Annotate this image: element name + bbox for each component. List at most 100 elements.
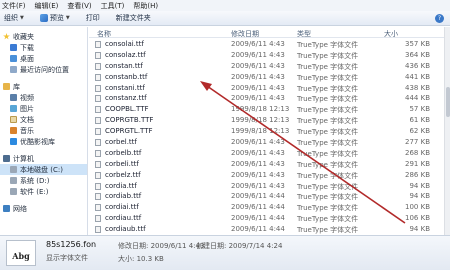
file-row[interactable]: COPRGTL.TTF 1999/8/18 12:13 TrueType 字体文件 6…: [89, 126, 444, 137]
file-type: TrueType 字体文件: [297, 139, 359, 148]
organize-button[interactable]: 组织 ▼: [4, 13, 24, 23]
file-row[interactable]: corbeli.ttf 2009/6/11 4:43 TrueType 字体文件 29…: [89, 159, 444, 170]
file-type: TrueType 字体文件: [297, 51, 359, 60]
nav-item-drive-d[interactable]: 系统 (D:): [0, 175, 87, 186]
file-name: cordiai.ttf: [105, 203, 139, 212]
nav-label: 库: [13, 82, 20, 91]
preview-button[interactable]: 预览 ▼: [39, 13, 70, 23]
nav-label: 软件 (E:): [20, 187, 49, 196]
file-type: TrueType 字体文件: [297, 215, 359, 224]
menu-bar: 文件(F) 编辑(E) 查看(V) 工具(T) 帮助(H): [0, 0, 450, 11]
column-size[interactable]: 大小: [384, 29, 398, 39]
menu-file[interactable]: 文件(F): [2, 1, 26, 11]
nav-item-drive-e[interactable]: 软件 (E:): [0, 186, 87, 197]
nav-label: 计算机: [13, 154, 34, 163]
file-type: TrueType 字体文件: [297, 62, 359, 71]
nav-item-drive-c[interactable]: 本地磁盘 (C:): [0, 164, 87, 175]
file-date: 2009/6/11 4:44: [231, 225, 285, 234]
music-icon: [10, 127, 17, 134]
file-size: 441 KB: [405, 72, 430, 81]
file-row[interactable]: corbel.ttf 2009/6/11 4:43 TrueType 字体文件 277…: [89, 137, 444, 148]
nav-favorites[interactable]: 收藏夹: [0, 31, 87, 42]
menu-edit[interactable]: 编辑(E): [35, 1, 59, 11]
nav-item-desktop[interactable]: 桌面: [0, 53, 87, 64]
file-type: TrueType 字体文件: [297, 160, 359, 169]
column-name[interactable]: 名称: [97, 29, 111, 39]
nav-item-recent[interactable]: 最近访问的位置: [0, 64, 87, 75]
nav-item-pictures[interactable]: 图片: [0, 103, 87, 114]
file-name: corbelb.ttf: [105, 148, 142, 157]
file-date: 2009/6/11 4:44: [231, 214, 285, 223]
file-row[interactable]: constan.ttf 2009/6/11 4:43 TrueType 字体文件 43…: [89, 61, 444, 72]
file-size: 62 KB: [409, 127, 430, 136]
column-header: 名称 修改日期 类型 大小: [89, 27, 444, 38]
file-type: TrueType 字体文件: [297, 41, 359, 49]
nav-item-youku[interactable]: 优酷影视库: [0, 136, 87, 147]
menu-view[interactable]: 查看(V): [67, 1, 91, 11]
font-file-icon: [95, 204, 101, 212]
details-filename: 85s1256.fon: [46, 240, 97, 249]
file-row[interactable]: COOPBL.TTF 1999/8/18 12:13 TrueType 字体文件 57…: [89, 104, 444, 115]
nav-label: 下载: [20, 43, 34, 52]
desktop-icon: [10, 55, 17, 62]
font-file-icon: [95, 193, 101, 201]
file-row[interactable]: cordiaub.ttf 2009/6/11 4:44 TrueType 字体文件 9…: [89, 224, 444, 235]
file-date: 2009/6/11 4:44: [231, 203, 285, 212]
file-size: 106 KB: [405, 214, 430, 223]
library-icon: [3, 83, 10, 90]
preview-label: 预览: [49, 14, 64, 22]
file-size: 436 KB: [405, 61, 430, 70]
file-row[interactable]: constanz.ttf 2009/6/11 4:43 TrueType 字体文件 4…: [89, 93, 444, 104]
file-name: cordiaub.ttf: [105, 225, 146, 234]
nav-libraries[interactable]: 库: [0, 81, 87, 92]
font-file-icon: [95, 149, 101, 157]
file-size: 61 KB: [409, 116, 430, 125]
font-file-icon: [95, 182, 101, 190]
nav-item-music[interactable]: 音乐: [0, 125, 87, 136]
pictures-icon: [10, 105, 17, 112]
file-date: 2009/6/11 4:43: [231, 148, 285, 157]
scrollbar-thumb[interactable]: [446, 87, 450, 117]
font-file-icon: [95, 139, 101, 147]
file-row[interactable]: cordia.ttf 2009/6/11 4:43 TrueType 字体文件 94 …: [89, 181, 444, 192]
details-size: 大小: 10.3 KB: [118, 255, 164, 263]
file-name: consolai.ttf: [105, 40, 144, 48]
file-row[interactable]: consolaz.ttf 2009/6/11 4:43 TrueType 字体文件 3…: [89, 50, 444, 61]
file-row[interactable]: cordiab.ttf 2009/6/11 4:44 TrueType 字体文件 94…: [89, 191, 444, 202]
print-button[interactable]: 打印: [86, 13, 100, 23]
file-row[interactable]: constanb.ttf 2009/6/11 4:43 TrueType 字体文件 4…: [89, 72, 444, 83]
file-type: TrueType 字体文件: [297, 171, 359, 180]
nav-computer[interactable]: 计算机: [0, 153, 87, 164]
column-date[interactable]: 修改日期: [231, 29, 259, 39]
file-row[interactable]: constani.ttf 2009/6/11 4:43 TrueType 字体文件 4…: [89, 83, 444, 94]
nav-label: 收藏夹: [13, 32, 34, 41]
details-modified: 修改日期: 2009/6/11 4:43: [118, 242, 205, 250]
file-row[interactable]: COPRGTB.TTF 1999/8/18 12:13 TrueType 字体文件 6…: [89, 115, 444, 126]
file-date: 2009/6/11 4:43: [231, 170, 285, 179]
nav-network[interactable]: 网络: [0, 203, 87, 214]
file-name: corbeli.ttf: [105, 159, 139, 168]
menu-tools[interactable]: 工具(T): [101, 1, 125, 11]
nav-item-documents[interactable]: 文档: [0, 114, 87, 125]
file-name: COPRGTB.TTF: [105, 116, 154, 125]
details-created: 创建日期: 2009/7/14 4:24: [196, 242, 283, 250]
star-icon: [3, 33, 10, 40]
navigation-pane: 收藏夹 下载 桌面 最近访问的位置 库 视频 图片 文档 音乐 优酷影视库 计算…: [0, 27, 88, 235]
file-size: 444 KB: [405, 94, 430, 103]
nav-item-videos[interactable]: 视频: [0, 92, 87, 103]
file-type: TrueType 字体文件: [297, 95, 359, 104]
file-name: cordiau.ttf: [105, 214, 142, 223]
vertical-scrollbar[interactable]: [444, 27, 450, 235]
help-icon[interactable]: ?: [435, 14, 444, 23]
new-folder-button[interactable]: 新建文件夹: [116, 13, 151, 23]
nav-item-downloads[interactable]: 下载: [0, 42, 87, 53]
nav-label: 桌面: [20, 54, 34, 63]
file-row[interactable]: cordiai.ttf 2009/6/11 4:44 TrueType 字体文件 10…: [89, 202, 444, 213]
menu-help[interactable]: 帮助(H): [133, 1, 158, 11]
file-row[interactable]: corbelb.ttf 2009/6/11 4:43 TrueType 字体文件 26…: [89, 148, 444, 159]
font-file-icon: [95, 128, 101, 136]
column-type[interactable]: 类型: [297, 29, 311, 39]
file-row[interactable]: cordiau.ttf 2009/6/11 4:44 TrueType 字体文件 10…: [89, 213, 444, 224]
file-row[interactable]: corbelz.ttf 2009/6/11 4:43 TrueType 字体文件 28…: [89, 170, 444, 181]
file-row[interactable]: consolai.ttf 2009/6/11 4:43 TrueType 字体文件 3…: [89, 39, 444, 50]
